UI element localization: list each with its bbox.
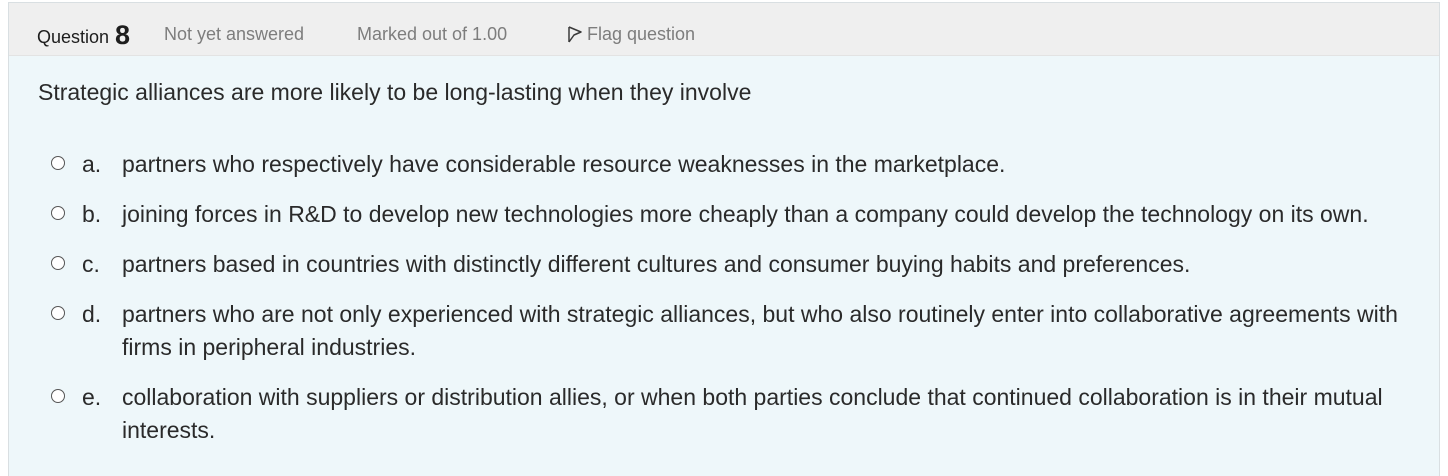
- option-text: partners based in countries with distinc…: [122, 251, 1191, 277]
- option-text: partners who are not only experienced wi…: [122, 301, 1398, 360]
- flag-icon: [566, 25, 584, 43]
- radio-unchecked-icon[interactable]: [51, 206, 65, 220]
- option-letter: b.: [82, 201, 102, 227]
- option-letter: e.: [82, 384, 102, 410]
- option-text: joining forces in R&D to develop new tec…: [122, 201, 1369, 227]
- option-b[interactable]: b. joining forces in R&D to develop new …: [51, 198, 1431, 231]
- question-label-group: Question 8: [37, 20, 131, 50]
- question-label: Question: [37, 27, 110, 47]
- question-card: Question 8 Not yet answered Marked out of…: [8, 2, 1440, 476]
- radio-unchecked-icon[interactable]: [51, 389, 65, 403]
- option-letter: d.: [82, 301, 102, 327]
- option-c[interactable]: c. partners based in countries with dist…: [51, 248, 1431, 281]
- option-letter: c.: [82, 251, 100, 277]
- flag-question-button[interactable]: Flag question: [566, 23, 695, 45]
- option-e[interactable]: e. collaboration with suppliers or distr…: [51, 381, 1431, 447]
- question-header: Question 8 Not yet answered Marked out of…: [9, 3, 1439, 56]
- question-status: Not yet answered: [164, 24, 305, 44]
- radio-unchecked-icon[interactable]: [51, 156, 65, 170]
- option-letter: a.: [82, 151, 102, 177]
- option-text: collaboration with suppliers or distribu…: [122, 384, 1383, 443]
- option-d[interactable]: d. partners who are not only experienced…: [51, 298, 1431, 364]
- question-marks: Marked out of 1.00: [357, 24, 508, 44]
- radio-unchecked-icon[interactable]: [51, 256, 65, 270]
- flag-question-label: Flag question: [587, 24, 696, 44]
- answer-options: a. partners who respectively have consid…: [51, 148, 1431, 464]
- option-text: partners who respectively have considera…: [122, 151, 1006, 177]
- radio-unchecked-icon[interactable]: [51, 306, 65, 320]
- question-number: 8: [115, 20, 131, 50]
- question-text: Strategic alliances are more likely to b…: [38, 79, 752, 105]
- option-a[interactable]: a. partners who respectively have consid…: [51, 148, 1431, 181]
